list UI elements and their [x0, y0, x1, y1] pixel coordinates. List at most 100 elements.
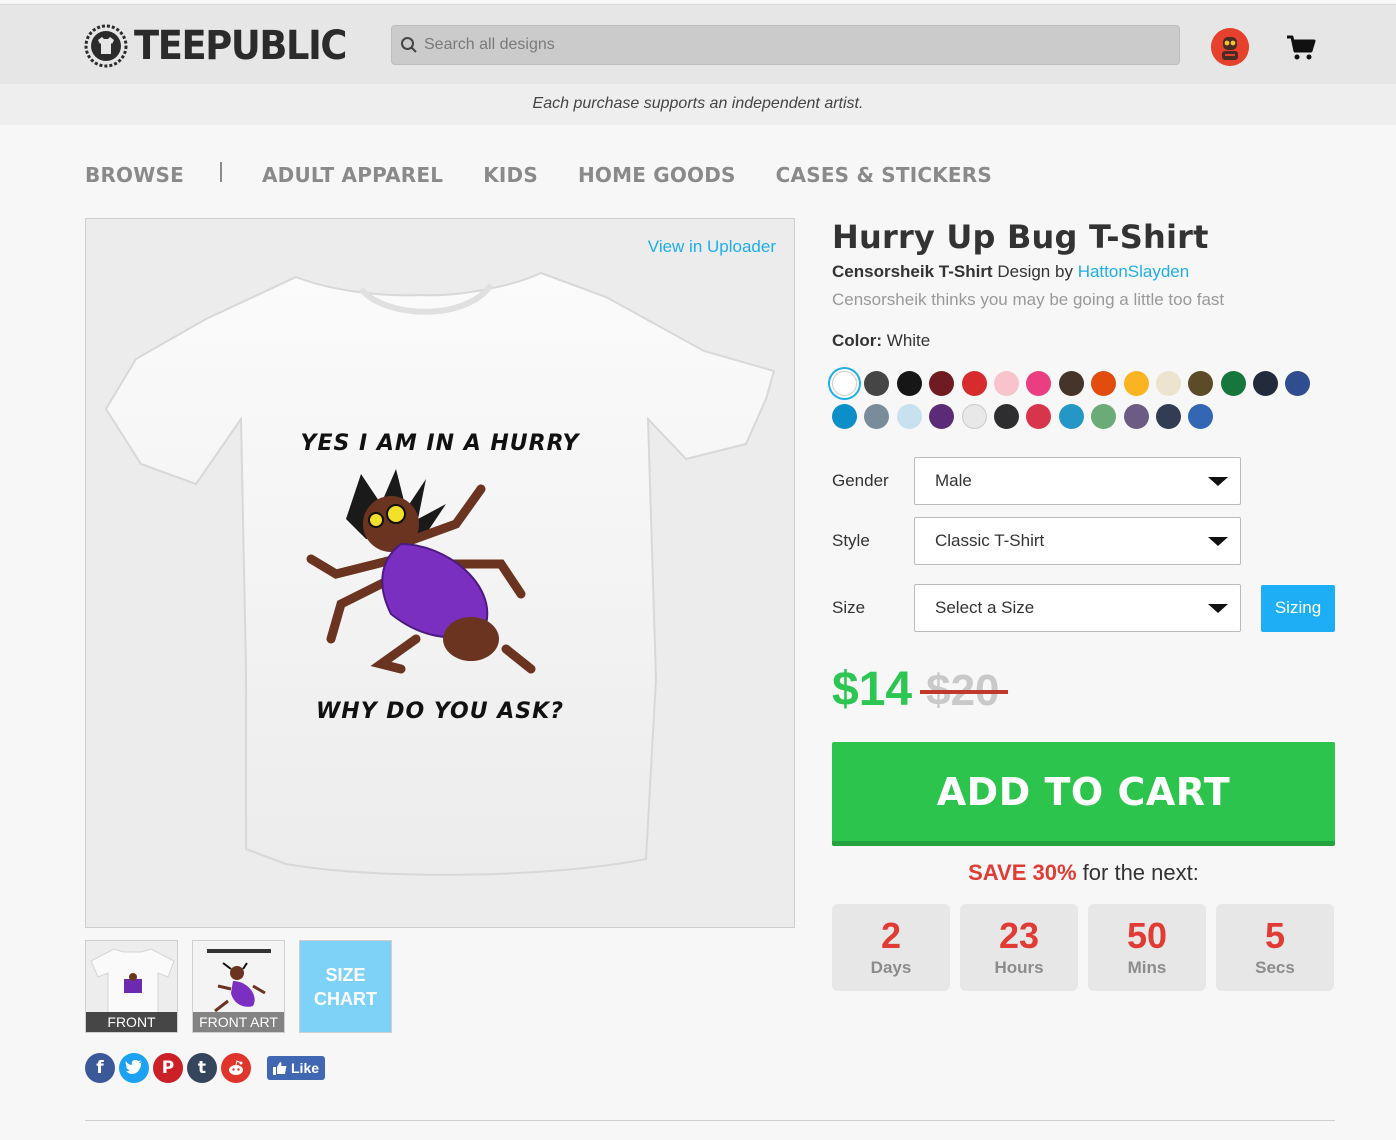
- view-in-uploader-link[interactable]: View in Uploader: [648, 237, 776, 257]
- gender-select[interactable]: Male: [914, 457, 1241, 505]
- social-share: f P t Like: [85, 1053, 326, 1083]
- logo-text: TEEPUBLIC: [134, 23, 347, 69]
- chevron-down-icon: [1208, 603, 1228, 613]
- save-rest: for the next:: [1082, 860, 1199, 885]
- section-divider: [85, 1120, 1335, 1121]
- logo-tshirt-wreath-icon: [84, 24, 128, 68]
- timer-mins-unit: Mins: [1127, 958, 1167, 977]
- size-value: Select a Size: [935, 598, 1035, 617]
- color-swatch[interactable]: [1026, 371, 1052, 396]
- search-input[interactable]: [424, 36, 1144, 54]
- teepublic-logo[interactable]: TEEPUBLIC: [84, 23, 364, 69]
- color-swatch[interactable]: [1058, 404, 1084, 429]
- thumb-front[interactable]: FRONT: [85, 940, 178, 1033]
- tumblr-icon[interactable]: t: [187, 1053, 217, 1083]
- color-swatch[interactable]: [1123, 371, 1149, 396]
- size-label: Size: [832, 598, 866, 617]
- size-select[interactable]: Select a Size: [914, 584, 1241, 632]
- color-swatch[interactable]: [993, 404, 1019, 429]
- timer-secs-unit: Secs: [1255, 958, 1295, 977]
- style-select[interactable]: Classic T-Shirt: [914, 517, 1241, 565]
- pinterest-icon[interactable]: P: [153, 1053, 183, 1083]
- timer-days-value: 2: [880, 915, 902, 956]
- gender-label: Gender: [832, 471, 889, 490]
- color-swatch[interactable]: [1285, 371, 1311, 396]
- gender-field: Gender Male: [832, 457, 1335, 505]
- color-swatches: [832, 371, 1335, 429]
- user-avatar[interactable]: [1211, 28, 1249, 66]
- thumbs-up-icon: [273, 1062, 287, 1075]
- thumb-front-art-label: FRONT ART: [193, 1012, 284, 1032]
- color-label: Color:: [832, 331, 883, 350]
- reddit-icon[interactable]: [221, 1053, 251, 1083]
- search-icon: [401, 37, 417, 53]
- color-swatch[interactable]: [929, 404, 955, 429]
- style-value: Classic T-Shirt: [935, 531, 1045, 550]
- twitter-icon[interactable]: [119, 1053, 149, 1083]
- color-swatch[interactable]: [1220, 371, 1246, 396]
- nav-adult-apparel[interactable]: ADULT APPAREL: [262, 163, 443, 187]
- size-chart-label: SIZE CHART: [314, 964, 377, 1009]
- robot-avatar-icon: [1211, 28, 1249, 66]
- color-swatch[interactable]: [864, 404, 890, 429]
- timer-days-unit: Days: [870, 958, 912, 977]
- color-selection: Color: White: [832, 331, 1335, 351]
- sale-message: SAVE 30% for the next:: [832, 860, 1335, 886]
- color-swatch[interactable]: [1188, 404, 1214, 429]
- product-details: Hurry Up Bug T-Shirt Censorsheik T-Shirt…: [832, 218, 1335, 991]
- color-swatch[interactable]: [1253, 371, 1279, 396]
- sizing-button[interactable]: Sizing: [1261, 584, 1335, 632]
- design-by-text: Design by: [997, 262, 1073, 281]
- color-swatch[interactable]: [961, 404, 987, 429]
- thumb-front-art[interactable]: FRONT ART: [192, 940, 285, 1033]
- color-swatch[interactable]: [832, 404, 857, 429]
- nav-browse[interactable]: BROWSE: [85, 163, 184, 187]
- color-swatch[interactable]: [1188, 371, 1214, 396]
- color-value: White: [886, 331, 931, 350]
- design-name: Censorsheik T-Shirt: [832, 262, 993, 281]
- style-label: Style: [832, 531, 870, 550]
- color-swatch[interactable]: [993, 371, 1019, 396]
- color-swatch[interactable]: [929, 371, 955, 396]
- like-label: Like: [291, 1060, 320, 1076]
- size-field: Size Select a Size Sizing: [832, 584, 1335, 632]
- shirt-text-bottom: WHY DO YOU ASK?: [316, 699, 564, 724]
- nav-kids[interactable]: KIDS: [483, 163, 538, 187]
- color-swatch[interactable]: [832, 371, 857, 396]
- artist-support-notice: Each purchase supports an independent ar…: [0, 84, 1396, 125]
- chevron-down-icon: [1208, 476, 1228, 486]
- color-swatch[interactable]: [1155, 371, 1181, 396]
- color-swatch[interactable]: [896, 404, 922, 429]
- chevron-down-icon: [1208, 536, 1228, 546]
- timer-mins-value: 50: [1126, 915, 1168, 956]
- product-title: Hurry Up Bug T-Shirt: [832, 218, 1209, 256]
- thumb-size-chart[interactable]: SIZE CHART: [299, 940, 392, 1033]
- tshirt-image: [104, 271, 776, 876]
- facebook-icon[interactable]: f: [85, 1053, 115, 1083]
- timer-secs: 5 Secs: [1216, 904, 1334, 991]
- color-swatch[interactable]: [1058, 371, 1084, 396]
- facebook-like-button[interactable]: Like: [267, 1056, 326, 1080]
- color-swatch[interactable]: [1155, 404, 1181, 429]
- color-swatch[interactable]: [1091, 371, 1117, 396]
- color-swatch[interactable]: [1091, 404, 1117, 429]
- search-bar[interactable]: [391, 25, 1180, 65]
- timer-hours-value: 23: [998, 915, 1040, 956]
- color-swatch[interactable]: [896, 371, 922, 396]
- color-swatch[interactable]: [961, 371, 987, 396]
- color-swatch[interactable]: [864, 371, 890, 396]
- nav-divider: [219, 162, 222, 182]
- gender-value: Male: [935, 471, 972, 490]
- color-swatch[interactable]: [1026, 404, 1052, 429]
- nav-cases-stickers[interactable]: CASES & STICKERS: [776, 163, 992, 187]
- shirt-text-top: YES I AM IN A HURRY: [300, 431, 580, 456]
- style-field: Style Classic T-Shirt: [832, 517, 1335, 565]
- artist-link[interactable]: HattonSlayden: [1078, 262, 1190, 281]
- add-to-cart-button[interactable]: ADD TO CART: [832, 742, 1335, 846]
- image-thumbnails: FRONT FRONT ART SIZE CHART: [85, 940, 392, 1033]
- nav-home-goods[interactable]: HOME GOODS: [578, 163, 736, 187]
- timer-secs-value: 5: [1264, 915, 1286, 956]
- shopping-cart-icon[interactable]: [1286, 35, 1316, 61]
- timer-hours: 23 Hours: [960, 904, 1078, 991]
- color-swatch[interactable]: [1123, 404, 1149, 429]
